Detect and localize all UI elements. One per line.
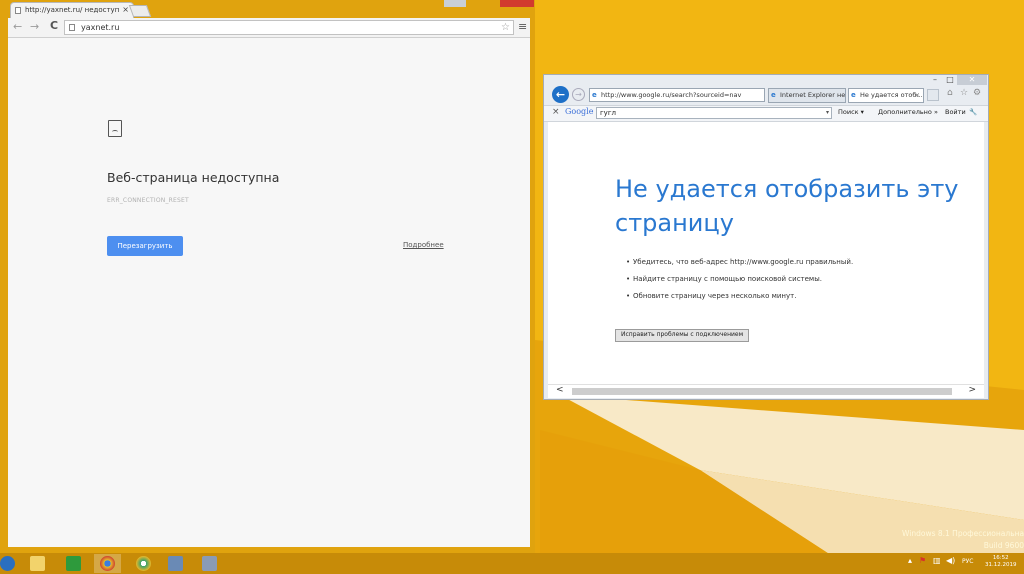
language-indicator[interactable]: РУС [962, 558, 973, 565]
ie-tab-2-title: Не удается отоб... [860, 91, 923, 99]
chrome-toolbar: ← → C yaxnet.ru ☆ ≡ [8, 18, 530, 38]
app-icon [136, 556, 151, 571]
chrome-icon [100, 556, 115, 571]
address-text: yaxnet.ru [81, 23, 120, 32]
app-button[interactable] [130, 554, 157, 573]
horizontal-scrollbar[interactable]: < > [548, 384, 984, 398]
maximize-icon[interactable]: □ [943, 75, 957, 85]
google-search-input[interactable]: гугл ▾ [596, 107, 832, 119]
ie-logo-icon: e [771, 91, 776, 99]
volume-icon[interactable]: ◀) [946, 556, 955, 565]
ie-tab-2[interactable]: e Не удается отоб... × [848, 88, 924, 103]
error-code: ERR_CONNECTION_RESET [107, 197, 189, 204]
chevron-down-icon[interactable]: ▾ [826, 108, 829, 118]
back-arrow-icon[interactable]: ← [552, 86, 569, 103]
store-icon [66, 556, 81, 571]
ie-address-text: http://www.google.ru/search?sourceid=nav [601, 91, 742, 99]
tool-icon [202, 556, 217, 571]
network-tool-button[interactable] [162, 554, 189, 573]
error-title: Веб-страница недоступна [107, 170, 280, 185]
new-tab-button[interactable] [128, 5, 152, 17]
start-button[interactable] [0, 554, 21, 573]
close-icon[interactable]: × [915, 89, 920, 102]
back-arrow-icon[interactable]: ← [13, 20, 22, 33]
search-button[interactable]: Поиск ▾ [838, 108, 864, 116]
flag-icon[interactable]: ⚑ [919, 556, 926, 565]
ie-tab-1-title: Internet Explorer не ... [780, 91, 846, 99]
clock-time: 16:52 [992, 555, 1009, 561]
minimize-icon[interactable]: – [928, 75, 942, 85]
reload-button[interactable]: Перезагрузить [107, 236, 183, 256]
reload-icon[interactable]: C [50, 19, 58, 32]
page-icon [15, 7, 21, 14]
windows-watermark: Windows 8.1 Профессиональная Build 9600 [902, 528, 1024, 552]
page-icon [69, 24, 75, 31]
ie-logo-icon: e [592, 91, 597, 99]
chrome-tab-title: http://yaxnet.ru/ недоступ [25, 6, 120, 14]
network-tray-icon[interactable]: ▥ [933, 556, 941, 565]
watermark-edition: Windows 8.1 Профессиональная [902, 529, 1024, 538]
fix-connection-button[interactable]: Исправить проблемы с подключением [615, 329, 750, 342]
forward-arrow-icon[interactable]: → [30, 20, 39, 33]
search-value: гугл [600, 109, 616, 117]
google-toolbar: × Google гугл ▾ Поиск ▾ Дополнительно » … [544, 105, 988, 122]
tool-button[interactable] [196, 554, 223, 573]
ie-address-bar[interactable]: e http://www.google.ru/search?sourceid=n… [589, 88, 765, 102]
ie-titlebar: – □ ✕ [544, 75, 988, 85]
folder-icon [30, 556, 45, 571]
chevron-up-icon[interactable]: ▴ [908, 556, 912, 565]
chevron-right-icon[interactable]: > [968, 385, 976, 395]
ie-logo-icon: e [851, 91, 856, 99]
new-tab-button[interactable] [927, 89, 939, 101]
clock-date: 31.12.2019 [985, 562, 1017, 568]
forward-arrow-icon[interactable]: → [572, 88, 585, 101]
ie-page-content: Не удается отобразить эту страницу Убеди… [548, 122, 984, 384]
home-icon[interactable]: ⌂ [947, 88, 953, 98]
store-button[interactable] [60, 554, 87, 573]
chrome-tab[interactable]: http://yaxnet.ru/ недоступ × [10, 2, 134, 18]
list-item: Обновите страницу через несколько минут. [626, 292, 853, 301]
taskbar: ▴ ⚑ ▥ ◀) РУС 16:52 31.12.2019 [0, 553, 1024, 574]
star-icon[interactable]: ☆ [501, 21, 510, 34]
close-window-button[interactable] [500, 0, 534, 7]
ie-window: – □ ✕ ← → e http://www.google.ru/search?… [543, 74, 989, 400]
chrome-taskbar-button[interactable] [94, 554, 121, 573]
ie-navbar: ← → e http://www.google.ru/search?source… [544, 85, 988, 105]
wrench-icon[interactable]: 🔧 [969, 108, 977, 116]
details-link[interactable]: Подробнее [403, 241, 444, 249]
network-icon [168, 556, 183, 571]
chrome-window: http://yaxnet.ru/ недоступ × ← → C yaxne… [0, 0, 535, 553]
close-icon[interactable]: ✕ [957, 75, 987, 85]
scrollbar-thumb[interactable] [572, 388, 952, 395]
ie-error-list: Убедитесь, что веб-адрес http://www.goog… [626, 258, 853, 309]
clock[interactable]: 16:52 31.12.2019 [985, 555, 1017, 569]
login-button[interactable]: Войти [945, 108, 966, 116]
ie-taskbar-icon [0, 556, 15, 571]
address-bar[interactable]: yaxnet.ru ☆ [64, 20, 514, 35]
list-item: Найдите страницу с помощью поисковой сис… [626, 275, 853, 284]
watermark-build: Build 9600 [983, 541, 1024, 550]
more-button[interactable]: Дополнительно » [878, 108, 938, 116]
explorer-button[interactable] [24, 554, 51, 573]
list-item: Убедитесь, что веб-адрес http://www.goog… [626, 258, 853, 267]
chrome-page-content: Веб-страница недоступна ERR_CONNECTION_R… [8, 38, 530, 547]
chrome-tabstrip: http://yaxnet.ru/ недоступ × [0, 0, 535, 18]
menu-icon[interactable]: ≡ [518, 20, 527, 33]
sad-page-icon [108, 120, 122, 137]
google-logo: Google [565, 107, 594, 116]
gear-icon[interactable]: ⚙ [973, 88, 981, 98]
close-toolbar-icon[interactable]: × [552, 107, 560, 117]
star-icon[interactable]: ☆ [960, 88, 968, 98]
ie-error-title: Не удается отобразить эту страницу [615, 175, 959, 237]
minimize-button[interactable] [444, 0, 466, 7]
chevron-left-icon[interactable]: < [556, 385, 564, 395]
ie-tab-1[interactable]: e Internet Explorer не ... [768, 88, 846, 103]
